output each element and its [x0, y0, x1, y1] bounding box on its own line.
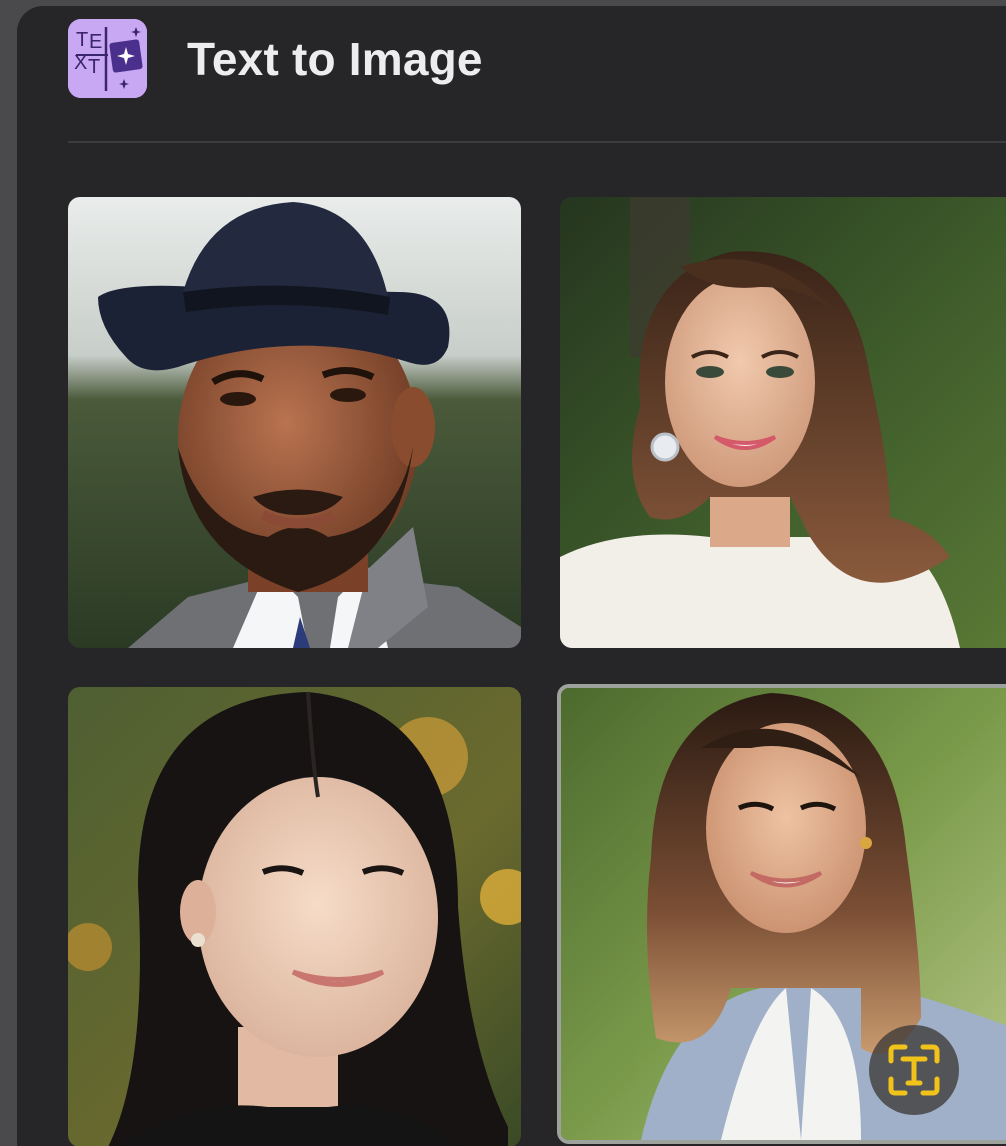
page-title: Text to Image — [187, 33, 483, 85]
app-panel: T E X T Text to Image — [17, 6, 1006, 1146]
svg-text:T: T — [76, 29, 88, 51]
generated-image-1[interactable] — [68, 197, 521, 648]
generated-image-3[interactable] — [68, 687, 521, 1146]
generated-image-2[interactable] — [560, 197, 1006, 648]
svg-text:E: E — [89, 31, 102, 53]
svg-text:T: T — [88, 56, 100, 78]
header-divider — [68, 141, 1006, 143]
app-header: T E X T Text to Image — [17, 6, 1006, 143]
text-recognition-button[interactable] — [869, 1025, 959, 1115]
text-to-image-app-icon[interactable]: T E X T — [68, 19, 147, 98]
text-recognition-icon — [888, 1044, 940, 1096]
